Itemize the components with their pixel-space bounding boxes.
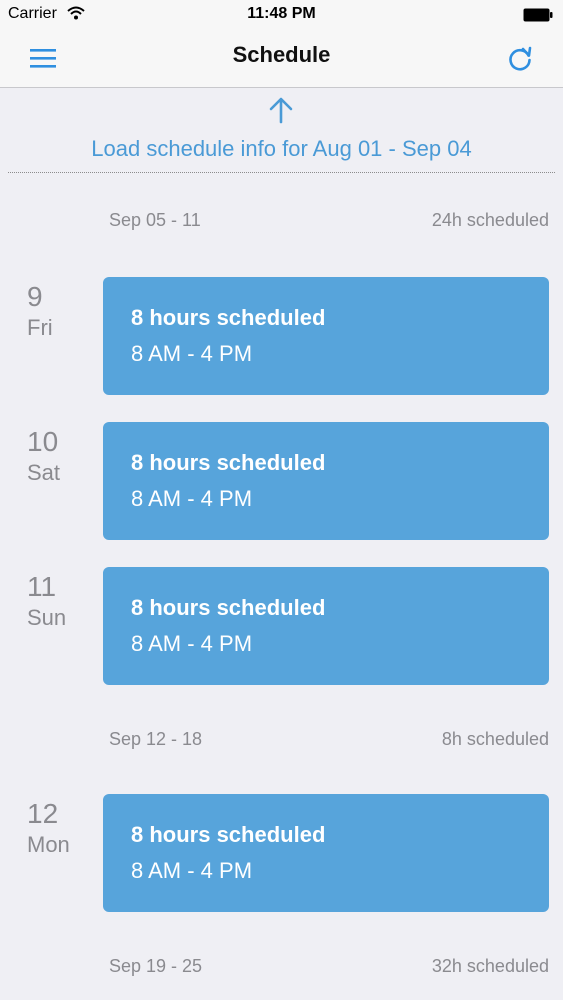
load-earlier-button[interactable]: Load schedule info for Aug 01 - Sep 04 bbox=[0, 88, 563, 172]
load-earlier-label: Load schedule info for Aug 01 - Sep 04 bbox=[91, 136, 472, 161]
arrow-up-icon bbox=[269, 97, 293, 124]
page-title: Schedule bbox=[232, 42, 331, 67]
nav-bar: Schedule bbox=[0, 30, 563, 88]
week-total: 8h scheduled bbox=[441, 729, 549, 749]
refresh-icon bbox=[509, 46, 532, 71]
shift-card[interactable]: 8 hours scheduled 8 AM - 4 PM bbox=[103, 277, 549, 395]
week-total: 32h scheduled bbox=[431, 956, 549, 976]
day-weekday: Mon bbox=[27, 832, 70, 857]
day-number: 10 bbox=[27, 426, 59, 457]
shift-title: 8 hours scheduled bbox=[131, 305, 326, 330]
shift-time: 8 AM - 4 PM bbox=[131, 631, 253, 656]
shift-title: 8 hours scheduled bbox=[131, 822, 326, 847]
shift-time: 8 AM - 4 PM bbox=[131, 858, 253, 883]
day-number: 9 bbox=[27, 281, 43, 312]
shift-title: 8 hours scheduled bbox=[131, 595, 326, 620]
refresh-button[interactable] bbox=[503, 42, 537, 76]
day-weekday: Fri bbox=[27, 315, 53, 340]
week-total: 24h scheduled bbox=[431, 210, 549, 230]
divider bbox=[8, 172, 555, 173]
week-range: Sep 05 - 11 bbox=[109, 210, 201, 230]
week-header: Sep 19 - 25 32h scheduled bbox=[0, 956, 563, 986]
status-time: 11:48 PM bbox=[247, 5, 316, 22]
shift-card[interactable]: 8 hours scheduled 8 AM - 4 PM bbox=[103, 422, 549, 540]
day-weekday: Sun bbox=[27, 605, 67, 630]
status-bar: Carrier 11:48 PM bbox=[0, 0, 563, 30]
day-weekday: Sat bbox=[27, 460, 61, 485]
shift-time: 8 AM - 4 PM bbox=[131, 341, 253, 366]
battery-icon bbox=[523, 8, 553, 22]
shift-title: 8 hours scheduled bbox=[131, 450, 326, 475]
day-number: 11 bbox=[27, 571, 57, 602]
day-number: 12 bbox=[27, 798, 59, 829]
week-header: Sep 05 - 11 24h scheduled bbox=[0, 210, 563, 240]
shift-card[interactable]: 8 hours scheduled 8 AM - 4 PM bbox=[103, 567, 549, 685]
shift-time: 8 AM - 4 PM bbox=[131, 486, 253, 511]
week-header: Sep 12 - 18 8h scheduled bbox=[0, 729, 563, 759]
week-range: Sep 12 - 18 bbox=[109, 729, 203, 749]
menu-button[interactable] bbox=[24, 42, 64, 76]
menu-icon bbox=[30, 49, 56, 68]
shift-card[interactable]: 8 hours scheduled 8 AM - 4 PM bbox=[103, 794, 549, 912]
week-range: Sep 19 - 25 bbox=[109, 956, 203, 976]
